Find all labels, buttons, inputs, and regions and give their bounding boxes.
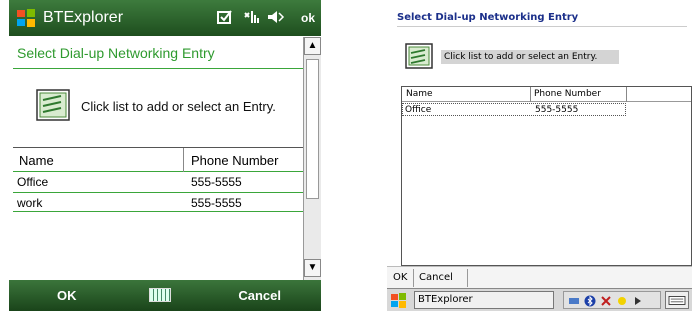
windows-flag-icon[interactable]	[15, 7, 37, 29]
arrow-icon[interactable]	[632, 295, 644, 307]
column-divider[interactable]	[626, 87, 627, 102]
keyboard-icon[interactable]	[665, 291, 689, 309]
menu-ok[interactable]: OK	[393, 272, 407, 283]
entry-phone: 555-5555	[535, 105, 579, 115]
softkey-ok[interactable]: OK	[57, 288, 77, 303]
windows-flag-icon[interactable]	[390, 292, 408, 309]
column-header-phone[interactable]: Phone Number	[191, 153, 278, 168]
dialup-entry-icon	[36, 89, 70, 121]
wm65-screen: BTExplorer ok Select Dial-up Networking …	[9, 0, 321, 311]
instruction-text: Click list to add or select an Entry.	[81, 99, 276, 114]
taskbar: BTExplorer	[387, 288, 692, 311]
column-header-name[interactable]: Name	[406, 89, 433, 99]
column-divider[interactable]	[530, 87, 531, 102]
ok-button[interactable]: ok	[301, 11, 315, 25]
instruction-text: Click list to add or select an Entry.	[441, 50, 619, 64]
entry-name: Office	[17, 175, 49, 189]
window-title: BTExplorer	[43, 9, 124, 26]
vertical-scrollbar[interactable]: ▲ ▼	[303, 37, 321, 280]
entry-list[interactable]: Name Phone Number Office 555-5555 work 5…	[13, 147, 303, 212]
entry-list[interactable]: Name Phone Number Office 555-5555	[401, 86, 692, 266]
signal-icon[interactable]	[243, 9, 261, 25]
entry-name: work	[17, 196, 43, 210]
page-heading: Select Dial-up Networking Entry	[397, 12, 579, 23]
menu-bar: OK Cancel	[387, 266, 692, 288]
menu-divider	[467, 269, 468, 287]
entry-name: Office	[405, 105, 432, 115]
scroll-thumb[interactable]	[306, 59, 319, 199]
scroll-up-button[interactable]: ▲	[304, 37, 321, 55]
menu-divider	[413, 269, 414, 287]
network-icon[interactable]	[568, 295, 580, 307]
dialup-entry-icon	[405, 43, 433, 69]
heading-divider	[13, 68, 303, 69]
system-tray	[563, 291, 661, 309]
message-icon[interactable]	[217, 9, 233, 25]
radio-off-icon[interactable]	[600, 295, 612, 307]
softkey-bar: OK Cancel	[9, 280, 321, 311]
softkey-cancel[interactable]: Cancel	[238, 288, 281, 303]
list-header: Name Phone Number	[13, 148, 303, 172]
light-icon[interactable]	[616, 295, 628, 307]
list-item[interactable]: Office 555-5555	[13, 172, 303, 192]
keyboard-icon[interactable]	[149, 288, 171, 302]
column-header-phone[interactable]: Phone Number	[534, 89, 601, 99]
menu-cancel[interactable]: Cancel	[419, 272, 453, 283]
column-header-name[interactable]: Name	[19, 153, 54, 168]
entry-phone: 555-5555	[191, 175, 242, 189]
scroll-down-button[interactable]: ▼	[304, 259, 321, 277]
entry-phone: 555-5555	[191, 196, 242, 210]
heading-divider	[397, 26, 687, 27]
speaker-icon[interactable]	[267, 9, 285, 25]
bluetooth-icon[interactable]	[584, 295, 596, 307]
title-bar: BTExplorer ok	[9, 0, 321, 36]
classic-screen: Select Dial-up Networking Entry Click li…	[387, 0, 692, 311]
list-item[interactable]: Office 555-5555	[402, 103, 626, 116]
list-item[interactable]: work 555-5555	[13, 192, 303, 212]
taskbar-app-button[interactable]: BTExplorer	[414, 291, 554, 309]
page-heading: Select Dial-up Networking Entry	[17, 45, 215, 61]
column-divider[interactable]	[183, 148, 184, 172]
list-header: Name Phone Number	[402, 87, 691, 102]
